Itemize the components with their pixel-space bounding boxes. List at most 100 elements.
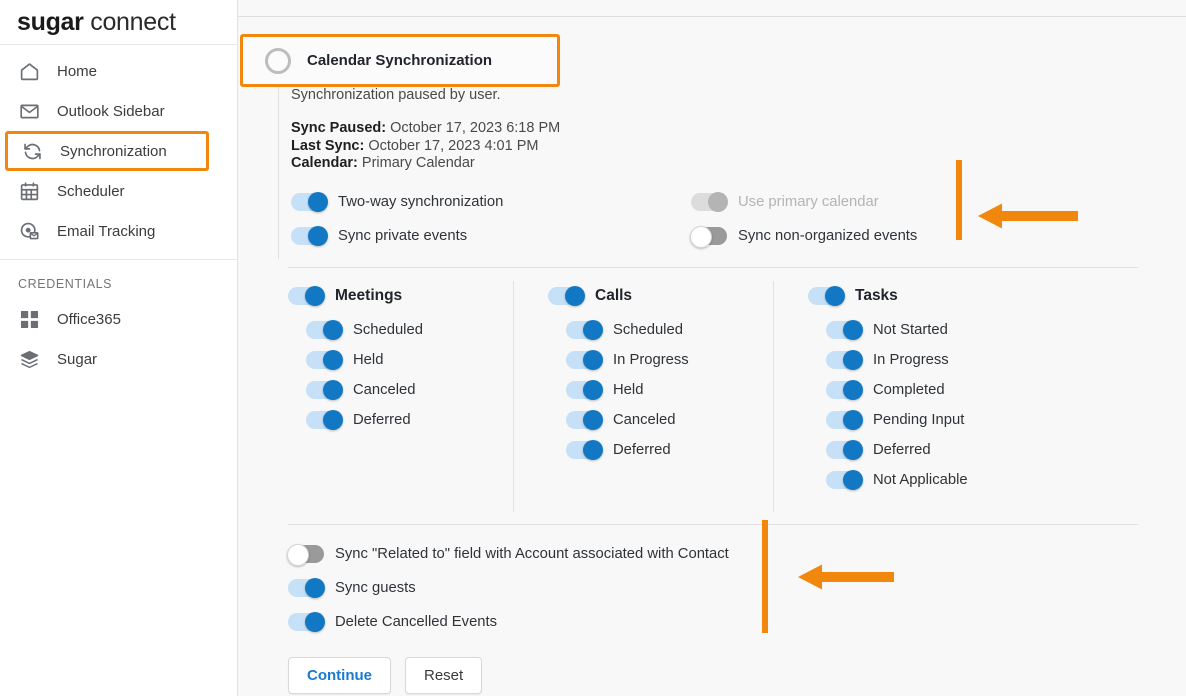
toggle-switch[interactable]	[826, 471, 862, 489]
sidebar-item-home[interactable]: Home	[0, 51, 237, 91]
toggle-sync-non-organized-events[interactable]: Sync non-organized events	[691, 221, 917, 251]
toggle-tasks-in-progress[interactable]: In Progress	[826, 345, 968, 375]
annotation-arrow-lower	[796, 562, 896, 592]
toggle-meetings-canceled[interactable]: Canceled	[306, 375, 423, 405]
toggle-meetings-scheduled[interactable]: Scheduled	[306, 315, 423, 345]
paused-ring-icon	[265, 48, 291, 74]
sidebar-item-outlook-sidebar[interactable]: Outlook Sidebar	[0, 91, 237, 131]
toggle-delete-cancelled-events[interactable]: Delete Cancelled Events	[288, 607, 729, 637]
action-buttons: Continue Reset	[288, 657, 482, 694]
sync-paused-note: Synchronization paused by user.	[291, 87, 891, 103]
toggle-calls-scheduled[interactable]: Scheduled	[566, 315, 689, 345]
sidebar-item-label: Home	[57, 63, 97, 80]
toggle-tasks[interactable]: Tasks	[808, 281, 968, 311]
brand-logo: sugar connect	[0, 0, 237, 45]
annotation-bar-lower	[762, 520, 768, 633]
column-title: Meetings	[335, 287, 402, 305]
toggle-switch[interactable]	[288, 613, 324, 631]
toggle-switch[interactable]	[288, 545, 324, 563]
reset-button[interactable]: Reset	[405, 657, 482, 694]
envelope-icon	[18, 100, 40, 122]
toggle-switch[interactable]	[566, 411, 602, 429]
toggle-switch[interactable]	[826, 321, 862, 339]
toggle-switch[interactable]	[566, 381, 602, 399]
toggle-sync-private-events[interactable]: Sync private events	[291, 221, 467, 251]
toggle-tasks-pending-input[interactable]: Pending Input	[826, 405, 968, 435]
toggle-switch[interactable]	[566, 321, 602, 339]
toggle-calls-deferred[interactable]: Deferred	[566, 435, 689, 465]
toggle-switch[interactable]	[306, 321, 342, 339]
toggle-sync-related-to-field[interactable]: Sync "Related to" field with Account ass…	[288, 539, 729, 569]
home-icon	[18, 60, 40, 82]
toggle-switch[interactable]	[306, 411, 342, 429]
toggle-label: Sync non-organized events	[738, 228, 917, 244]
toggle-calls-canceled[interactable]: Canceled	[566, 405, 689, 435]
toggle-calls-in-progress[interactable]: In Progress	[566, 345, 689, 375]
meta-label: Last Sync:	[291, 138, 364, 154]
meta-last-sync: Last Sync: October 17, 2023 4:01 PM	[291, 138, 891, 156]
meta-label: Sync Paused:	[291, 120, 386, 136]
toggle-switch[interactable]	[306, 351, 342, 369]
annotation-box-panel-header: Calendar Synchronization	[240, 34, 560, 87]
toggle-switch[interactable]	[566, 351, 602, 369]
sidebar: sugar connect Home	[0, 0, 238, 696]
toggle-meetings-held[interactable]: Held	[306, 345, 423, 375]
toggle-label: Deferred	[873, 442, 931, 458]
meta-label: Calendar:	[291, 155, 358, 171]
sidebar-item-synchronization[interactable]: Synchronization	[5, 131, 209, 171]
toggle-label: Deferred	[613, 442, 671, 458]
toggle-switch[interactable]	[548, 287, 584, 305]
toggle-switch[interactable]	[808, 287, 844, 305]
toggle-label: Canceled	[613, 412, 676, 428]
column-title: Calls	[595, 287, 632, 305]
toggle-switch[interactable]	[291, 227, 327, 245]
sidebar-item-office365[interactable]: Office365	[0, 299, 237, 339]
annotation-arrow-upper	[976, 201, 1080, 231]
sidebar-item-sugar[interactable]: Sugar	[0, 339, 237, 379]
email-tracking-icon	[18, 220, 40, 242]
app-root: sugar connect Home	[0, 0, 1186, 696]
toggle-switch[interactable]	[566, 441, 602, 459]
toggle-label: Two-way synchronization	[338, 194, 503, 210]
toggle-switch[interactable]	[288, 287, 324, 305]
toggle-label: Sync guests	[335, 580, 416, 596]
column-title: Tasks	[855, 287, 898, 305]
toggle-tasks-not-started[interactable]: Not Started	[826, 315, 968, 345]
toggle-calls-held[interactable]: Held	[566, 375, 689, 405]
sync-status-info: Synchronization paused by user. Sync Pau…	[291, 87, 891, 173]
sidebar-item-email-tracking[interactable]: Email Tracking	[0, 211, 237, 251]
layers-icon	[18, 348, 40, 370]
toggle-switch[interactable]	[306, 381, 342, 399]
sidebar-item-label: Synchronization	[60, 143, 167, 160]
toggle-switch[interactable]	[826, 441, 862, 459]
continue-button[interactable]: Continue	[288, 657, 391, 694]
toggle-use-primary-calendar: Use primary calendar	[691, 187, 879, 217]
toggle-calls[interactable]: Calls	[548, 281, 689, 311]
top-bar	[238, 0, 1186, 17]
toggle-meetings-deferred[interactable]: Deferred	[306, 405, 423, 435]
toggle-label: Canceled	[353, 382, 416, 398]
toggle-switch[interactable]	[291, 193, 327, 211]
toggle-switch[interactable]	[826, 381, 862, 399]
toggle-meetings[interactable]: Meetings	[288, 281, 423, 311]
toggle-switch[interactable]	[826, 351, 862, 369]
sidebar-item-scheduler[interactable]: Scheduler	[0, 171, 237, 211]
toggle-tasks-deferred[interactable]: Deferred	[826, 435, 968, 465]
toggle-switch[interactable]	[691, 227, 727, 245]
sidebar-item-label: Email Tracking	[57, 223, 155, 240]
toggle-label: Completed	[873, 382, 945, 398]
sidebar-item-label: Scheduler	[57, 183, 125, 200]
divider-top	[288, 267, 1138, 268]
toggle-label: Held	[353, 352, 383, 368]
toggle-label: Sync "Related to" field with Account ass…	[335, 546, 729, 562]
toggle-switch[interactable]	[288, 579, 324, 597]
toggle-two-way-synchronization[interactable]: Two-way synchronization	[291, 187, 503, 217]
toggle-sync-guests[interactable]: Sync guests	[288, 573, 729, 603]
column-calls: Calls Scheduled In Progress Held	[548, 281, 689, 465]
panel-left-rail	[278, 87, 279, 259]
toggle-tasks-completed[interactable]: Completed	[826, 375, 968, 405]
toggle-switch[interactable]	[826, 411, 862, 429]
toggle-tasks-not-applicable[interactable]: Not Applicable	[826, 465, 968, 495]
brand-name-strong: sugar	[17, 8, 84, 36]
toggle-label: Delete Cancelled Events	[335, 614, 497, 630]
